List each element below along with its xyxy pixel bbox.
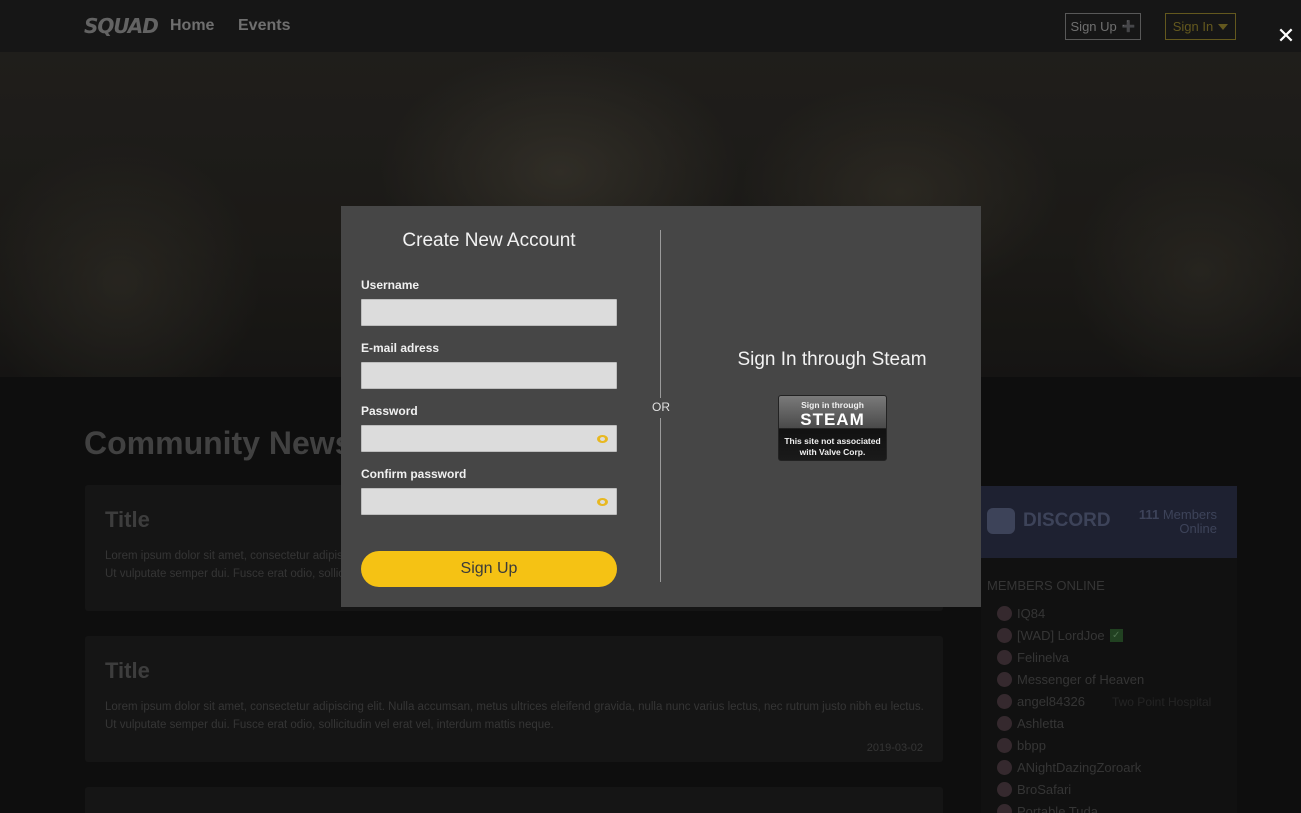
- steam-signin-title: Sign In through Steam: [737, 349, 927, 370]
- eye-icon[interactable]: [597, 498, 608, 506]
- signup-button[interactable]: Sign Up: [361, 551, 617, 587]
- steam-signin-button[interactable]: Sign in through STEAM This site not asso…: [778, 395, 887, 461]
- confirm-password-label: Confirm password: [361, 467, 467, 481]
- email-field-wrapper: [361, 362, 617, 389]
- eye-icon[interactable]: [597, 435, 608, 443]
- close-icon[interactable]: ✕: [1275, 25, 1297, 47]
- email-label: E-mail adress: [361, 341, 440, 355]
- modal-title: Create New Account: [402, 230, 576, 251]
- steam-disclaimer-line-1: This site not associated: [784, 436, 881, 446]
- email-input[interactable]: [362, 363, 616, 388]
- vertical-divider: [660, 230, 661, 398]
- vertical-divider: [660, 418, 661, 582]
- username-input[interactable]: [362, 300, 616, 325]
- steam-disclaimer: This site not associated with Valve Corp…: [779, 436, 886, 458]
- username-field-wrapper: [361, 299, 617, 326]
- create-account-modal: Create New Account Username E-mail adres…: [341, 206, 981, 607]
- confirm-password-field-wrapper: [361, 488, 617, 515]
- username-label: Username: [361, 278, 420, 292]
- password-field-wrapper: [361, 425, 617, 452]
- or-separator: OR: [652, 400, 670, 414]
- steam-disclaimer-line-2: with Valve Corp.: [799, 447, 866, 457]
- password-label: Password: [361, 404, 418, 418]
- confirm-password-input[interactable]: [362, 489, 616, 514]
- steam-button-small-text: Sign in through: [801, 400, 864, 410]
- steam-logo-text: STEAM: [800, 410, 865, 429]
- password-input[interactable]: [362, 426, 616, 451]
